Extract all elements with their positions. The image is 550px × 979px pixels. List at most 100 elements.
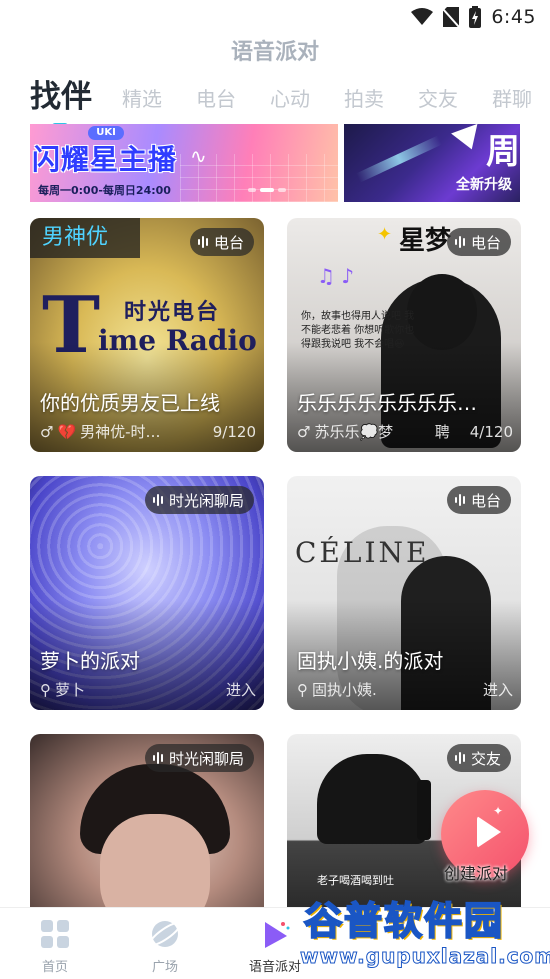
category-badge: 时光闲聊局 [144,486,254,514]
member-count: 9/120 [212,422,256,441]
no-sim-icon [443,7,460,27]
enter-button[interactable]: 进入 [483,679,513,700]
nav-square[interactable]: 广场 [110,908,220,979]
room-card[interactable]: CÉLINE 电台 固执小姨.的派对 ⚲ 固执小姨. 进入 [287,476,521,710]
host-name: 固执小姨. [312,681,377,699]
play-icon [477,816,501,848]
category-label: 电台 [470,233,501,252]
tab-label: 找伴 [30,79,92,115]
search-person-icon: ⚲ [297,680,308,699]
category-badge: 电台 [446,486,511,514]
host-name: 苏乐乐💭梦 [314,423,394,441]
banner-schedule: 每周一0:00-每周日24:00 [38,184,171,197]
status-time: 6:45 [491,6,536,28]
category-label: 交友 [470,749,501,768]
room-card[interactable]: ✦ 星梦 ♫ ♪ 你，故事也得用人说吧 我不能老悲着 你想听歌你也得跟我说吧 我… [287,218,521,452]
carousel-dots [248,188,286,192]
host-name: 萝卜 [55,681,86,699]
audio-bars-icon [152,494,163,506]
page-title: 语音派对 [230,40,319,65]
category-badge: 电台 [189,228,254,256]
carousel-dot [248,188,256,192]
planet-icon [149,921,181,947]
room-title: 萝卜的派对 [40,649,140,673]
category-label: 电台 [213,233,244,252]
room-card[interactable]: 时光闲聊局 [30,734,264,910]
sparkle-icon: ✦ [493,804,504,818]
audio-bars-icon [454,494,465,506]
cover-face [100,814,210,910]
audio-bars-icon [454,752,465,764]
music-notes-icon: ♫ ♪ [317,264,355,288]
cover-text: 星梦 [399,226,452,256]
host-info: ⚲ 萝卜 [40,679,220,700]
room-title: 乐乐乐乐乐乐乐乐… [297,391,477,415]
nav-square-label: 广场 [151,960,178,975]
category-badge: 交友 [446,744,511,772]
tab-radio[interactable]: 电台 [196,83,236,120]
room-title: 你的优质男友已上线 [40,391,220,415]
category-badge: 电台 [446,228,511,256]
male-icon: ♂ [40,422,54,441]
carousel-dot [278,188,286,192]
search-person-icon: ⚲ [40,680,51,699]
cover-figure [317,754,427,844]
room-card[interactable]: 男神优 T 时光电台 ime Radio 电台 你的优质男友已上线 ♂ 💔 男神… [30,218,264,452]
banner-carousel[interactable]: UKI 闪耀星主播 ∿ 每周一0:00-每周日24:00 周 全新升级 [30,124,520,202]
category-label: 电台 [470,491,501,510]
tab-find-partner[interactable]: 找伴 [30,71,92,129]
cover-caption: 老子喝酒喝到吐 [317,874,394,887]
home-grid-icon [41,920,69,948]
cover-text: CÉLINE [295,536,430,569]
host-info: ♂ 💔 男神优-时… [40,421,207,442]
room-meta: ⚲ 萝卜 进入 [40,679,256,700]
category-badge: 时光闲聊局 [144,744,254,772]
male-icon: ♂ [297,422,311,441]
broken-heart-icon: 💔 [57,422,77,441]
room-meta: ♂ 苏乐乐💭梦 聘 4/120 [297,421,513,442]
cover-text-cn: 时光电台 [124,300,221,325]
sparkle-icon: ✦ [377,224,393,245]
create-party-label[interactable]: 创建派对 [444,860,508,884]
room-card[interactable]: 时光闲聊局 萝卜的派对 ⚲ 萝卜 进入 [30,476,264,710]
room-meta: ⚲ 固执小姨. 进入 [297,679,513,700]
banner-title: 闪耀星主播 [32,143,178,176]
nav-home-label: 首页 [41,960,68,975]
room-meta: ♂ 💔 男神优-时… 9/120 [40,421,256,442]
host-info: ⚲ 固执小姨. [297,679,477,700]
soundwave-icon: ∿ [190,144,207,168]
wifi-icon [411,8,434,25]
banner-upgrade[interactable]: 周 全新升级 [344,124,520,202]
tab-featured[interactable]: 精选 [122,83,162,120]
audio-bars-icon [454,236,465,248]
banner-star-anchor[interactable]: UKI 闪耀星主播 ∿ 每周一0:00-每周日24:00 [30,124,340,202]
carousel-dot-active [260,188,274,192]
room-title: 固执小姨.的派对 [297,649,444,673]
audio-bars-icon [152,752,163,764]
banner-streak-decoration [356,135,442,183]
cover-bottle [417,780,431,840]
cover-name: 男神优 [30,218,140,258]
category-label: 时光闲聊局 [168,491,244,510]
recruit-tag: 聘 [434,423,450,441]
status-icons: 6:45 [411,6,536,28]
battery-charging-icon [469,6,482,28]
category-tabs: 找伴 精选 电台 心动 拍卖 交友 群聊 [30,71,540,129]
watermark-logo: 谷普软件园 [303,898,505,944]
tab-heartbeat[interactable]: 心动 [270,83,310,120]
tab-group-chat[interactable]: 群聊 [492,83,532,120]
tab-auction[interactable]: 拍卖 [344,83,384,120]
category-label: 时光闲聊局 [168,749,244,768]
host-name: 男神优-时… [80,423,161,441]
banner-upgrade-text: 全新升级 [456,177,512,193]
enter-button[interactable]: 进入 [226,679,256,700]
audio-bars-icon [197,236,208,248]
watermark: 谷普软件园 www.gupuxlazal.com [300,890,550,979]
banner-upgrade-char: 周 [486,132,520,172]
host-info: ♂ 苏乐乐💭梦 [297,421,429,442]
play-triangle-icon [451,124,485,155]
voice-party-icon [265,922,290,948]
nav-home[interactable]: 首页 [0,908,110,979]
tab-make-friends[interactable]: 交友 [418,83,458,120]
watermark-url: www.gupuxlazal.com [300,944,550,969]
